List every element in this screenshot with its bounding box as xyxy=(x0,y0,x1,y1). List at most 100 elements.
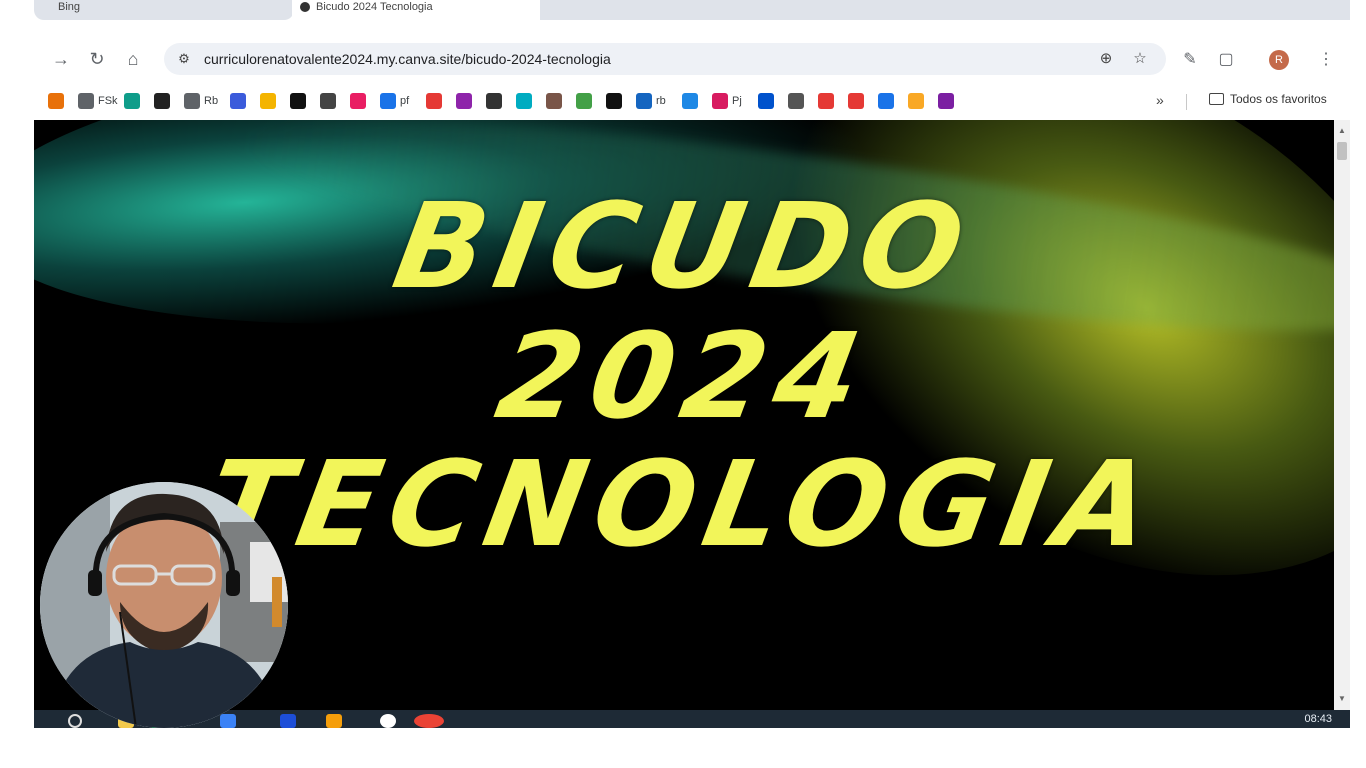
bookmark-item[interactable] xyxy=(154,91,170,111)
bookmark-item[interactable] xyxy=(848,91,864,111)
page-scrollbar[interactable]: ▲ ▼ xyxy=(1334,120,1350,710)
headline-line-2: 2024 xyxy=(487,307,881,445)
warning-triangle-icon xyxy=(48,93,64,109)
bookmark-item[interactable] xyxy=(516,91,532,111)
person-icon xyxy=(546,93,562,109)
bookmark-item[interactable] xyxy=(576,91,592,111)
bookmark-item[interactable] xyxy=(350,91,366,111)
app-icon[interactable] xyxy=(326,714,342,728)
bookmark-item[interactable]: Rb xyxy=(184,91,218,111)
chrome-icon[interactable] xyxy=(414,714,444,728)
bookmark-item[interactable] xyxy=(290,91,306,111)
folder-icon xyxy=(1209,93,1224,105)
bookmark-item[interactable] xyxy=(546,91,562,111)
u-black-icon xyxy=(606,93,622,109)
bookmark-item[interactable] xyxy=(124,91,140,111)
site-settings-icon[interactable]: ⚙ xyxy=(174,49,194,69)
app-icon[interactable] xyxy=(220,714,236,728)
colorful-square-icon xyxy=(350,93,366,109)
y-icon xyxy=(818,93,834,109)
c-icon xyxy=(682,93,698,109)
bookmarks-bar: FSk Rb pf rb Pj » Todos os favoritos xyxy=(34,82,1350,120)
bookmark-item[interactable] xyxy=(486,91,502,111)
webcam-person-image xyxy=(40,482,288,728)
tab-strip-bg xyxy=(540,0,1350,20)
tab-label: Bing xyxy=(58,1,81,13)
profile-avatar[interactable]: R xyxy=(1269,50,1289,70)
palette-icon xyxy=(576,93,592,109)
bookmark-item[interactable] xyxy=(818,91,834,111)
bookmark-item[interactable] xyxy=(788,91,804,111)
scroll-down-icon[interactable]: ▼ xyxy=(1338,694,1346,703)
bookmark-label: Rb xyxy=(204,95,219,107)
bookmark-star-icon[interactable]: ☆ xyxy=(1130,49,1150,69)
headline-line-1: BICUDO xyxy=(384,177,984,315)
r-icon xyxy=(636,93,652,109)
bookmarks-overflow-icon[interactable]: » xyxy=(1156,92,1164,108)
windows-taskbar: 08:43 xyxy=(34,710,1350,728)
browser-toolbar: → ↻ ⌂ ⚙ curriculorenatovalente2024.my.ca… xyxy=(34,38,1350,82)
sparkle-icon xyxy=(878,93,894,109)
scroll-up-icon[interactable]: ▲ xyxy=(1338,126,1346,135)
extensions-puzzle-icon[interactable]: ▢ xyxy=(1214,48,1238,72)
u-breve-icon xyxy=(938,93,954,109)
tab-bing[interactable]: Bing xyxy=(34,0,294,20)
forward-icon[interactable]: → xyxy=(48,46,74,72)
bookmark-item[interactable]: Pj xyxy=(712,91,742,111)
webcam-overlay xyxy=(40,482,288,728)
tab-strip: Bing Bicudo 2024 Tecnologia xyxy=(34,0,1350,38)
grad-cap-icon xyxy=(848,93,864,109)
bookmark-item[interactable] xyxy=(426,91,442,111)
menu-kebab-icon[interactable]: ⋮ xyxy=(1314,48,1338,72)
grid-icon xyxy=(320,93,336,109)
scroll-thumb[interactable] xyxy=(1337,142,1347,160)
tab-favicon-icon xyxy=(300,2,310,12)
tab-bicudo[interactable]: Bicudo 2024 Tecnologia xyxy=(292,0,542,20)
bookmark-label: pf xyxy=(400,95,410,107)
link-icon xyxy=(486,93,502,109)
bookmark-label: Pj xyxy=(732,95,742,107)
chevron-icon xyxy=(908,93,924,109)
all-bookmarks-label: Todos os favoritos xyxy=(1230,92,1327,106)
bookmark-item[interactable] xyxy=(320,91,336,111)
url-text[interactable]: curriculorenatovalente2024.my.canva.site… xyxy=(204,51,611,67)
home-icon[interactable]: ⌂ xyxy=(120,46,146,72)
taskbar-clock: 08:43 xyxy=(1304,713,1332,725)
search-icon[interactable] xyxy=(68,714,82,728)
bookmark-item[interactable] xyxy=(260,91,276,111)
address-bar[interactable]: ⚙ curriculorenatovalente2024.my.canva.si… xyxy=(164,43,1166,75)
circle-icon xyxy=(456,93,472,109)
bookmark-item[interactable] xyxy=(230,91,246,111)
extension-icon[interactable]: ✎ xyxy=(1178,48,1202,72)
bookmark-item[interactable] xyxy=(758,91,774,111)
wikipedia-icon xyxy=(154,93,170,109)
bookmark-item[interactable] xyxy=(456,91,472,111)
bookmark-label: rb xyxy=(656,95,666,107)
stack-icon xyxy=(712,93,728,109)
globe-icon xyxy=(184,93,200,109)
bookmark-item[interactable]: rb xyxy=(636,91,666,111)
bookmark-item[interactable] xyxy=(908,91,924,111)
bookmark-label: FSk xyxy=(98,95,118,107)
u-icon xyxy=(230,93,246,109)
bookmark-item[interactable] xyxy=(682,91,698,111)
bookmark-item[interactable] xyxy=(48,91,64,111)
bookmark-item[interactable]: FSk xyxy=(78,91,118,111)
chart-icon xyxy=(426,93,442,109)
trello-icon xyxy=(758,93,774,109)
bookmark-item[interactable] xyxy=(878,91,894,111)
bookmark-item[interactable] xyxy=(606,91,622,111)
bookmarks-divider xyxy=(1186,94,1187,110)
bookmark-item[interactable]: pf xyxy=(380,91,409,111)
q-icon xyxy=(516,93,532,109)
app-icon[interactable] xyxy=(280,714,296,728)
zoom-icon[interactable]: ⊕ xyxy=(1096,49,1116,69)
black-square-icon xyxy=(290,93,306,109)
app-icon[interactable] xyxy=(380,714,396,728)
reload-icon[interactable]: ↻ xyxy=(84,46,110,72)
all-bookmarks-folder[interactable]: Todos os favoritos xyxy=(1209,92,1327,106)
bookmark-item[interactable] xyxy=(938,91,954,111)
globe-teal-icon xyxy=(124,93,140,109)
globe-icon xyxy=(78,93,94,109)
droplet-icon xyxy=(380,93,396,109)
